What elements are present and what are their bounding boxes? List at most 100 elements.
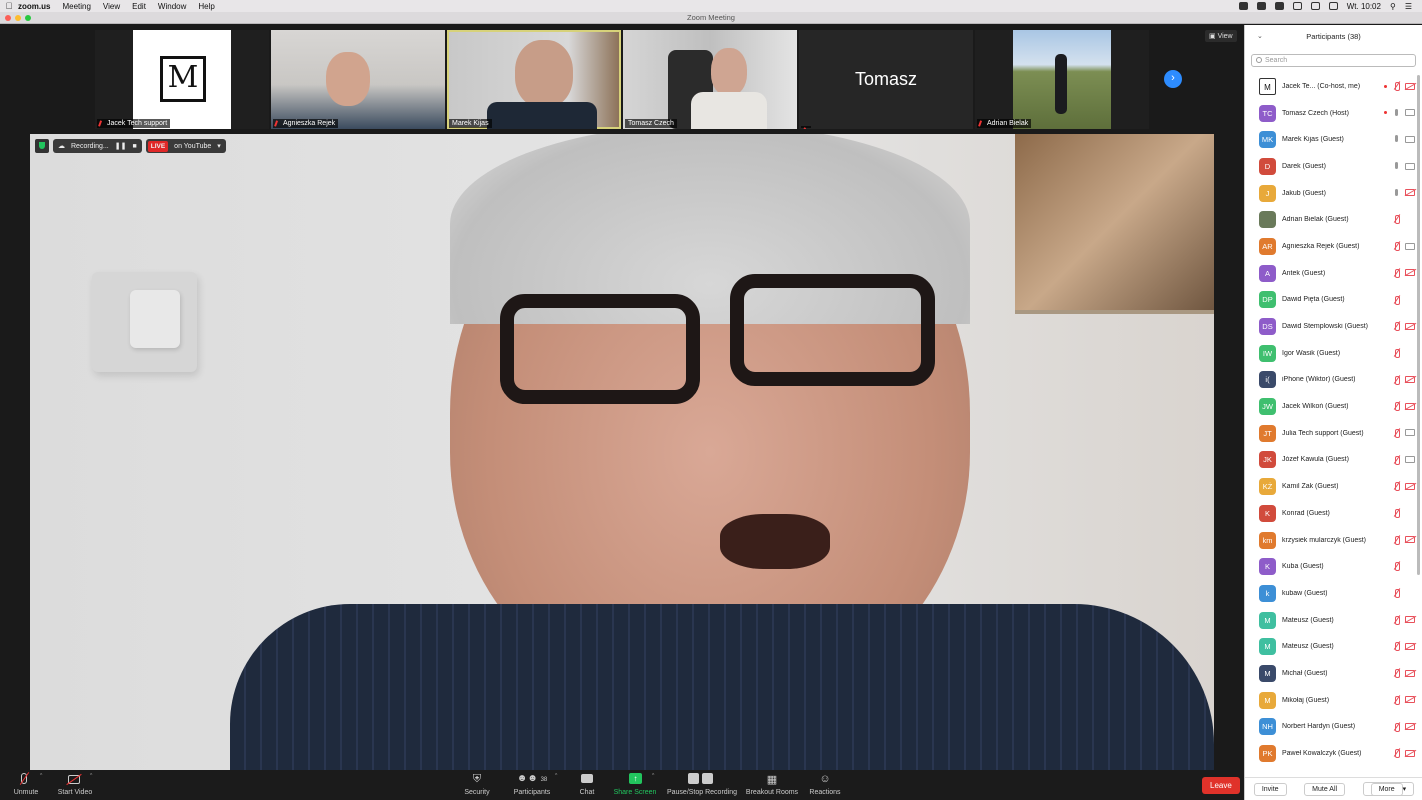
close-window-button[interactable] bbox=[5, 15, 11, 21]
participant-row[interactable]: M Mikołaj (Guest) bbox=[1245, 687, 1417, 714]
chevron-down-icon[interactable]: ⌄ bbox=[1257, 25, 1263, 49]
avatar: M bbox=[1259, 638, 1276, 656]
pause-stop-recording-button[interactable]: Pause/Stop Recording bbox=[664, 773, 740, 796]
minimize-window-button[interactable] bbox=[15, 15, 21, 21]
scrollbar[interactable] bbox=[1417, 75, 1420, 575]
participant-row[interactable]: MK Marek Kijas (Guest) bbox=[1245, 126, 1417, 153]
leave-button[interactable]: Leave bbox=[1202, 777, 1240, 794]
muted-mic-icon bbox=[1392, 242, 1400, 252]
volume-icon[interactable] bbox=[1328, 2, 1338, 10]
participant-row[interactable]: i(iPhone (Wiktor) (Guest) bbox=[1245, 367, 1417, 394]
video-off-icon bbox=[1405, 402, 1415, 410]
menu-app-name[interactable]: zoom.us bbox=[18, 2, 50, 11]
participant-name: Mikołaj (Guest) bbox=[1282, 696, 1330, 704]
view-button[interactable]: ▣ View bbox=[1205, 30, 1237, 42]
menu-view[interactable]: View bbox=[103, 2, 120, 11]
participant-row[interactable]: JT Julia Tech support (Guest) bbox=[1245, 420, 1417, 447]
chat-button[interactable]: Chat bbox=[576, 773, 598, 796]
participant-row[interactable]: DS Dawid Stemplowski (Guest) bbox=[1245, 313, 1417, 340]
mute-all-button[interactable]: Mute All bbox=[1304, 782, 1346, 796]
security-button[interactable]: ⛨ Security bbox=[460, 773, 494, 796]
security-shield-icon[interactable] bbox=[35, 139, 49, 153]
participant-name: Jacek Wilkoń (Guest) bbox=[1282, 403, 1349, 411]
muted-mic-icon bbox=[1392, 428, 1400, 438]
thumbnail-tomasz-card[interactable]: Tomasz bbox=[799, 30, 973, 129]
tray-app-icon[interactable] bbox=[1238, 2, 1248, 10]
participant-row[interactable]: M Mateusz (Guest) bbox=[1245, 607, 1417, 634]
participant-row[interactable]: KŻ Kamil Żak (Guest) bbox=[1245, 473, 1417, 500]
livestream-status[interactable]: LIVE on YouTube ▾ bbox=[145, 139, 226, 153]
participant-row[interactable]: km krzysiek mularczyk (Guest) bbox=[1245, 527, 1417, 554]
tray-app-icon[interactable] bbox=[1256, 2, 1266, 10]
menu-window[interactable]: Window bbox=[158, 2, 186, 11]
participant-row[interactable]: M Mateusz (Guest) bbox=[1245, 633, 1417, 660]
unmute-button[interactable]: Unmute bbox=[10, 772, 42, 796]
participant-row[interactable]: D Darek (Guest) bbox=[1245, 153, 1417, 180]
muted-mic-icon bbox=[1392, 589, 1400, 599]
video-options-chevron-icon[interactable]: ˆ bbox=[90, 774, 92, 781]
recording-status[interactable]: ☁ Recording... ❚❚ ■ bbox=[53, 139, 142, 153]
share-options-chevron-icon[interactable]: ˆ bbox=[652, 774, 654, 781]
apple-icon[interactable]:  bbox=[0, 1, 18, 11]
meeting-toolbar: Unmute ˆ Start Video ˆ ⛨ Security ☻☻ 38 … bbox=[0, 770, 1244, 800]
thumbnail-name-label bbox=[801, 126, 811, 129]
participant-row[interactable]: A Antek (Guest) bbox=[1245, 260, 1417, 287]
thumbnail-jacek[interactable]: M Jacek Tech support bbox=[95, 30, 269, 129]
participant-row[interactable]: AR Agnieszka Rejek (Guest) bbox=[1245, 233, 1417, 260]
no-video-icon bbox=[1405, 510, 1415, 517]
participant-status bbox=[1392, 615, 1415, 625]
breakout-rooms-button[interactable]: ▦ Breakout Rooms bbox=[744, 773, 800, 796]
participant-status bbox=[1392, 722, 1415, 732]
participant-row[interactable]: K Konrad (Guest) bbox=[1245, 500, 1417, 527]
participant-status bbox=[1384, 82, 1415, 91]
next-page-button[interactable]: › bbox=[1164, 70, 1182, 88]
participant-row[interactable]: TC Tomasz Czech (Host) bbox=[1245, 100, 1417, 127]
participant-count: 38 bbox=[540, 777, 548, 783]
notification-center-icon[interactable]: ☰ bbox=[1405, 2, 1412, 11]
participants-options-chevron-icon[interactable]: ˆ bbox=[555, 774, 557, 781]
participant-row[interactable]: PK Paweł Kowalczyk (Guest) bbox=[1245, 740, 1417, 767]
participant-row[interactable]: JK Józef Kawula (Guest) bbox=[1245, 447, 1417, 474]
avatar: AR bbox=[1259, 237, 1276, 255]
stop-icon[interactable]: ■ bbox=[132, 143, 136, 150]
thumbnail-adrian[interactable]: Adrian Bielak bbox=[975, 30, 1149, 129]
menu-meeting[interactable]: Meeting bbox=[62, 2, 90, 11]
spotlight-search-icon[interactable]: ⚲ bbox=[1390, 2, 1396, 11]
participant-row[interactable]: M Jacek Te... (Co-host, me) bbox=[1245, 73, 1417, 100]
participants-button[interactable]: ☻☻ 38 Participants bbox=[510, 773, 554, 796]
participant-row[interactable]: J Jakub (Guest) bbox=[1245, 180, 1417, 207]
thumbnail-name-label: Marek Kijas bbox=[449, 119, 492, 128]
participant-row[interactable]: DP Dawid Pięta (Guest) bbox=[1245, 287, 1417, 314]
participant-row[interactable]: k kubaw (Guest) bbox=[1245, 580, 1417, 607]
tray-app-icon[interactable] bbox=[1274, 2, 1284, 10]
menu-help[interactable]: Help bbox=[198, 2, 214, 11]
avatar: i( bbox=[1259, 371, 1276, 389]
thumbnail-marek[interactable]: Marek Kijas bbox=[447, 30, 621, 129]
thumbnail-agnieszka[interactable]: Agnieszka Rejek bbox=[271, 30, 445, 129]
participant-status bbox=[1392, 535, 1415, 545]
participant-name: Norbert Hardyn (Guest) bbox=[1282, 723, 1356, 731]
participant-row[interactable]: IW Igor Wasik (Guest) bbox=[1245, 340, 1417, 367]
dropbox-icon[interactable] bbox=[1292, 2, 1302, 10]
wifi-icon[interactable] bbox=[1310, 2, 1320, 10]
muted-mic-icon bbox=[1392, 615, 1400, 625]
participant-row[interactable]: Adrian Bielak (Guest) bbox=[1245, 206, 1417, 233]
zoom-window-button[interactable] bbox=[25, 15, 31, 21]
reactions-button[interactable]: ☺ Reactions bbox=[806, 773, 844, 796]
participant-row[interactable]: NH Norbert Hardyn (Guest) bbox=[1245, 714, 1417, 741]
no-video-icon bbox=[1405, 216, 1415, 223]
name-card-text: Tomasz bbox=[854, 69, 917, 89]
participants-search-input[interactable]: Search bbox=[1251, 54, 1416, 67]
audio-options-chevron-icon[interactable]: ˆ bbox=[40, 774, 42, 781]
avatar: KŻ bbox=[1259, 478, 1276, 496]
menu-clock[interactable]: Wt. 10:02 bbox=[1347, 2, 1381, 11]
thumbnail-tomasz[interactable]: Tomasz Czech bbox=[623, 30, 797, 129]
participant-row[interactable]: M Michał (Guest) bbox=[1245, 660, 1417, 687]
mac-menu-bar:  zoom.us Meeting View Edit Window Help … bbox=[0, 0, 1422, 12]
invite-button[interactable]: Invite bbox=[1253, 782, 1287, 796]
participant-row[interactable]: K Kuba (Guest) bbox=[1245, 553, 1417, 580]
menu-edit[interactable]: Edit bbox=[132, 2, 146, 11]
pause-icon[interactable]: ❚❚ bbox=[115, 142, 127, 150]
participant-row[interactable]: JW Jacek Wilkoń (Guest) bbox=[1245, 393, 1417, 420]
more-button[interactable]: More ▾ bbox=[1362, 782, 1415, 796]
